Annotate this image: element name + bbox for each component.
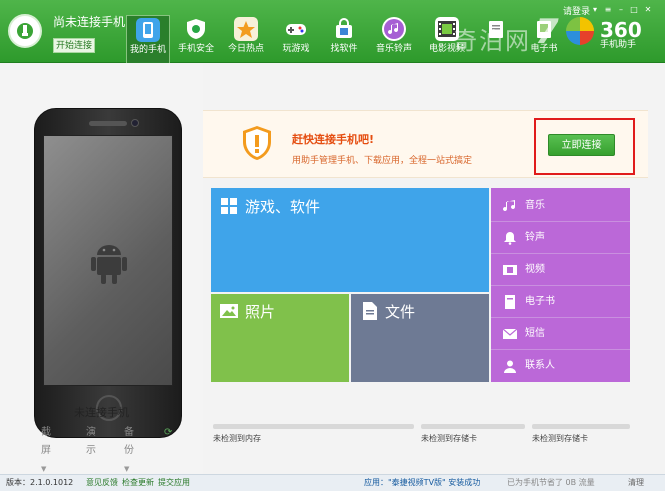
brand-logo-icon [566, 17, 594, 45]
tile-label: 游戏、软件 [245, 198, 321, 216]
phone-screen [43, 135, 173, 386]
clean-button[interactable]: 清理 [628, 475, 644, 491]
image-icon [220, 304, 238, 318]
book-icon [505, 295, 515, 309]
bag-icon [332, 17, 356, 41]
tab-my-phone[interactable]: 我的手机 [126, 15, 170, 63]
memory-storage: 未检测到内存 [213, 424, 414, 446]
tab-label: 玩游戏 [282, 44, 310, 54]
screenshot-button[interactable]: 截屏 ▼ [41, 424, 51, 473]
menu-item-sms[interactable]: 短信 [491, 318, 630, 350]
alert-title: 赶快连接手机吧! [292, 133, 375, 146]
top-toolbar: 尚未连接手机 开始连接 我的手机 手机安全 今日热点 玩游戏 找软件 音乐铃声 … [0, 0, 665, 63]
phone-camera [131, 119, 139, 127]
watermark-text: 奇泊网 [453, 27, 531, 55]
alert-subtitle: 用助手管理手机、下载应用，全程一站式搞定 [292, 156, 473, 166]
watermark-number: 7 [535, 12, 559, 52]
photos-tile[interactable]: 照片 [211, 294, 349, 382]
tab-label: 手机安全 [177, 44, 214, 54]
star-icon [234, 17, 258, 41]
submit-app-link[interactable]: 提交应用 [158, 475, 190, 491]
traffic-saved-text: 已为手机节省了 0B 流量 [507, 478, 595, 487]
tab-phone-security[interactable]: 手机安全 [174, 15, 218, 63]
tool-label: 截屏 [41, 427, 51, 456]
tab-label: 我的手机 [129, 45, 166, 55]
menu-label: 联系人 [525, 360, 555, 371]
sd-card-storage: 未检测到存储卡 [421, 424, 525, 446]
files-tile[interactable]: 文件 [351, 294, 489, 382]
storage-label: 未检测到内存 [213, 434, 261, 443]
tool-label: 演示 [86, 427, 96, 456]
phone-icon [136, 18, 160, 42]
backup-button[interactable]: 备份 ▼ [124, 424, 134, 473]
contact-icon [504, 360, 516, 373]
music-note-icon [503, 200, 516, 212]
tool-label: 备份 [124, 427, 134, 456]
external-sd-storage: 未检测到存储卡 [532, 424, 630, 446]
status-bar: 版本：2.1.0.1012 意见反馈 检查更新 提交应用 应用："泰捷视频TV版… [0, 474, 665, 491]
maximize-icon[interactable]: □ [629, 6, 639, 14]
tab-label: 音乐铃声 [375, 44, 412, 54]
video-icon [503, 265, 517, 275]
envelope-icon [503, 328, 517, 339]
demo-button[interactable]: 演示 [86, 424, 96, 456]
connection-status-title: 尚未连接手机 [53, 15, 126, 29]
menu-label: 电子书 [525, 296, 555, 307]
start-connect-button[interactable]: 开始连接 [53, 38, 95, 53]
document-icon [363, 302, 377, 320]
tab-today-hot[interactable]: 今日热点 [224, 15, 268, 63]
tile-label: 文件 [385, 303, 416, 321]
storage-bar [532, 424, 630, 429]
feedback-link[interactable]: 意见反馈 [86, 475, 118, 491]
music-icon [382, 17, 406, 41]
install-message: 应用："泰捷视频TV版" 安装成功 [364, 478, 481, 487]
storage-bar [421, 424, 525, 429]
close-icon[interactable]: ✕ [643, 6, 653, 14]
menu-item-ringtones[interactable]: 铃声 [491, 222, 630, 254]
tab-music-ringtones[interactable]: 音乐铃声 [371, 15, 417, 63]
phone-panel: 未连接手机 截屏 ▼ 演示 备份 ▼ ⟳ [0, 64, 203, 474]
gamepad-icon [284, 17, 308, 41]
games-software-tile[interactable]: 游戏、软件 [211, 188, 489, 292]
refresh-icon[interactable]: ⟳ [164, 424, 172, 442]
tile-label: 照片 [245, 303, 276, 321]
brand: 360 手机助手 [600, 20, 642, 51]
tab-play-games[interactable]: 玩游戏 [276, 15, 316, 63]
connect-prompt: 赶快连接手机吧! 用助手管理手机、下载应用，全程一站式搞定 立即连接 [203, 110, 648, 178]
storage-label: 未检测到存储卡 [532, 434, 588, 443]
bell-icon [504, 232, 516, 245]
check-update-link[interactable]: 检查更新 [122, 475, 154, 491]
tab-label: 今日热点 [227, 44, 264, 54]
tab-label: 找软件 [330, 44, 358, 54]
grid-icon [221, 198, 237, 214]
warning-shield-icon [243, 126, 271, 160]
menu-icon[interactable]: ≡ [603, 6, 613, 14]
media-menu: 音乐 铃声 视频 电子书 短信 联系人 [491, 188, 630, 382]
skin-icon[interactable]: ▾ [590, 6, 600, 14]
storage-label: 未检测到存储卡 [421, 434, 477, 443]
phone-speaker [89, 121, 127, 126]
shield-icon [184, 17, 208, 41]
chevron-down-icon: ▼ [124, 465, 130, 473]
brand-subtitle: 手机助手 [600, 40, 637, 50]
menu-item-videos[interactable]: 视频 [491, 254, 630, 286]
menu-label: 视频 [525, 264, 545, 275]
menu-label: 音乐 [525, 200, 545, 211]
menu-label: 短信 [525, 328, 545, 339]
tab-find-software[interactable]: 找软件 [324, 15, 364, 63]
storage-bar [213, 424, 414, 429]
phone-illustration [34, 108, 182, 438]
android-icon [91, 245, 127, 284]
menu-item-ebooks[interactable]: 电子书 [491, 286, 630, 318]
menu-label: 铃声 [525, 232, 545, 243]
version-label: 版本：2.1.0.1012 [6, 478, 74, 487]
connect-now-button[interactable]: 立即连接 [548, 134, 615, 156]
login-link[interactable]: 请登录 [563, 4, 590, 17]
chevron-down-icon: ▼ [41, 465, 47, 473]
menu-item-contacts[interactable]: 联系人 [491, 350, 630, 382]
minimize-icon[interactable]: – [616, 6, 626, 14]
menu-item-music[interactable]: 音乐 [491, 190, 630, 222]
phone-name: 未连接手机 [74, 406, 129, 419]
usb-connection-icon [8, 14, 42, 48]
